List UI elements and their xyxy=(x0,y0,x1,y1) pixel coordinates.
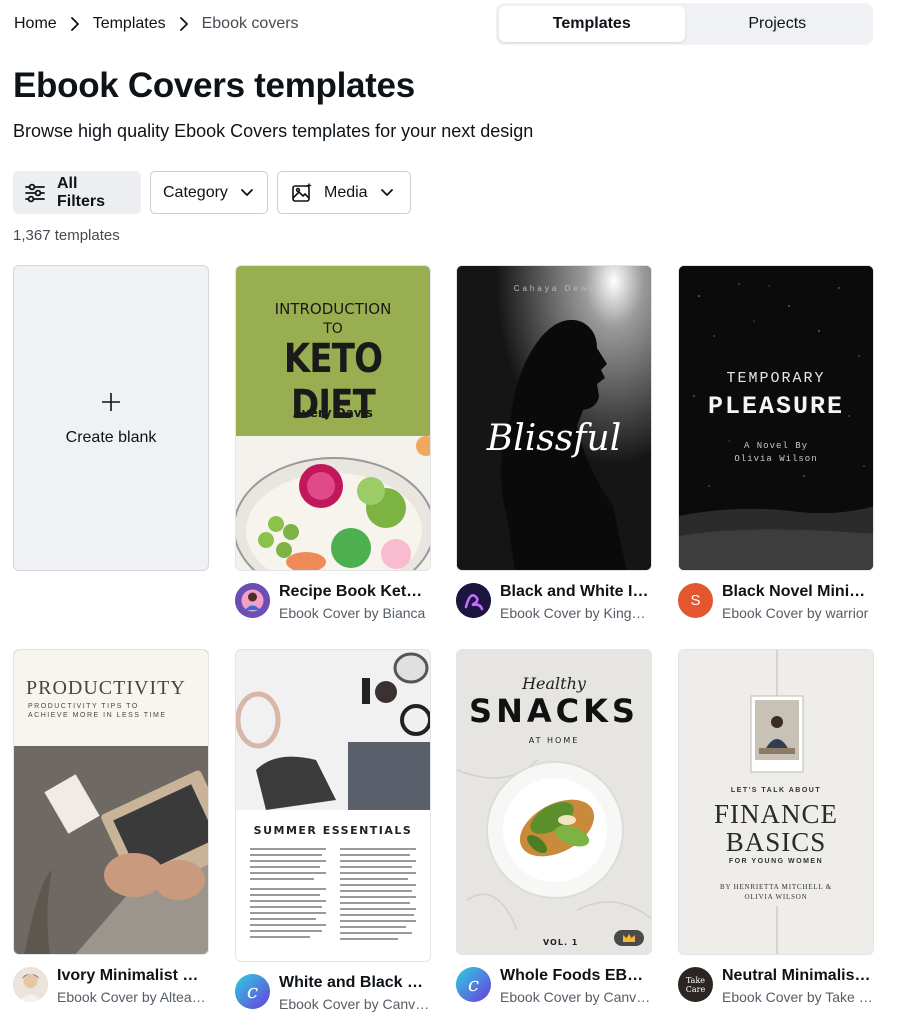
template-creator[interactable]: Ebook Cover by Canva Creative Studio xyxy=(279,996,431,1012)
chevron-down-icon xyxy=(380,188,394,198)
template-thumbnail[interactable]: Healthy SNACKS AT HOME VOL. 1 xyxy=(456,649,652,955)
template-title[interactable]: Black Novel Minimalist Ebook Cover xyxy=(722,583,874,601)
image-sparkle-icon xyxy=(290,181,314,205)
creator-avatar[interactable] xyxy=(235,583,270,618)
svg-text:c: c xyxy=(247,979,258,1003)
media-dropdown[interactable]: Media xyxy=(277,171,411,214)
cover-text: PRODUCTIVITY TIPS TO ACHIEVE MORE IN LES… xyxy=(28,703,167,719)
cover-text: TO xyxy=(323,321,343,337)
template-count: 1,367 templates xyxy=(13,227,120,244)
template-thumbnail[interactable]: PRODUCTIVITY PRODUCTIVITY TIPS TO ACHIEV… xyxy=(13,649,209,955)
filter-bar: All Filters Category Media xyxy=(13,171,411,214)
template-thumbnail[interactable]: TEMPORARY PLEASURE A Novel By Olivia Wil… xyxy=(678,265,874,571)
create-blank-card[interactable]: Create blank xyxy=(13,265,209,571)
cover-text: Avery Davis xyxy=(293,406,373,420)
cover-text: AT HOME xyxy=(528,736,580,745)
sliders-icon xyxy=(23,181,47,205)
avatar-logo-text: Take Care xyxy=(685,975,706,994)
page-subtitle: Browse high quality Ebook Covers templat… xyxy=(13,121,534,141)
template-card: TEMPORARY PLEASURE A Novel By Olivia Wil… xyxy=(678,265,874,621)
template-creator[interactable]: Ebook Cover by KingKreative xyxy=(500,605,652,621)
all-filters-button[interactable]: All Filters xyxy=(13,171,141,214)
creator-avatar[interactable]: Take Care xyxy=(678,967,713,1002)
cover-text: TEMPORARY xyxy=(726,370,826,387)
create-blank-label: Create blank xyxy=(65,429,157,446)
template-meta: Ivory Minimalist Clean Productivity Eboo… xyxy=(13,967,209,1005)
template-meta: c Whole Foods EBook Ebook Cover by Canva… xyxy=(456,967,652,1005)
creator-avatar[interactable]: S xyxy=(678,583,713,618)
cover-text: A Novel By xyxy=(743,441,808,451)
template-card: Healthy SNACKS AT HOME VOL. 1 c Whole Fo… xyxy=(456,649,652,1005)
creator-avatar[interactable]: c xyxy=(235,974,270,1009)
body-text-lines xyxy=(250,848,416,940)
page-title: Ebook Covers templates xyxy=(13,66,415,105)
template-creator[interactable]: Ebook Cover by Altea Studio xyxy=(57,989,209,1005)
template-card: PRODUCTIVITY PRODUCTIVITY TIPS TO ACHIEV… xyxy=(13,649,209,1005)
chevron-down-icon xyxy=(240,188,254,198)
tab-projects[interactable]: Projects xyxy=(685,6,871,42)
cover-text: VOL. 1 xyxy=(543,938,579,947)
template-thumbnail[interactable]: LET'S TALK ABOUT FINANCE BASICS FOR YOUN… xyxy=(678,649,874,955)
cover-text: FINANCE BASICS xyxy=(713,799,838,857)
template-card: SUMMER ESSENTIALS c White and Black Summ… xyxy=(235,649,431,1012)
cover-header: INTRODUCTION TO KETO DIET Avery Davis xyxy=(236,266,430,436)
cover-text: FOR YOUNG WOMEN xyxy=(728,858,824,865)
template-creator[interactable]: Ebook Cover by warrior xyxy=(722,605,874,621)
crown-icon xyxy=(614,930,644,946)
cover-text: Healthy xyxy=(522,674,586,693)
cover-text: INTRODUCTION xyxy=(274,300,392,318)
template-meta: Recipe Book Keto Ebook Cover Ebook Cover… xyxy=(235,583,431,621)
breadcrumb: Home Templates Ebook covers xyxy=(14,14,299,34)
breadcrumb-ebook-covers: Ebook covers xyxy=(201,15,299,32)
template-card: LET'S TALK ABOUT FINANCE BASICS FOR YOUN… xyxy=(678,649,874,1005)
salad-bowl-image xyxy=(236,436,430,570)
breadcrumb-templates[interactable]: Templates xyxy=(93,15,166,33)
template-meta: Take Care Neutral Minimalist Finance Ebo… xyxy=(678,967,874,1005)
cover-text: Blissful xyxy=(486,418,622,459)
template-thumbnail[interactable]: INTRODUCTION TO KETO DIET Avery Davis xyxy=(235,265,431,571)
template-title[interactable]: Neutral Minimalist Finance Ebook Cover xyxy=(722,967,874,985)
category-dropdown[interactable]: Category xyxy=(150,171,268,214)
template-title[interactable]: White and Black Summer Essentials Ebook … xyxy=(279,974,431,992)
template-meta: S Black Novel Minimalist Ebook Cover Ebo… xyxy=(678,583,874,621)
cover-text: LET'S TALK ABOUT xyxy=(730,787,822,794)
template-creator[interactable]: Ebook Cover by Take Care Creative xyxy=(722,989,874,1005)
plus-icon xyxy=(100,389,122,419)
chevron-right-icon xyxy=(63,14,87,34)
media-label: Media xyxy=(324,183,368,201)
creator-avatar[interactable] xyxy=(456,583,491,618)
template-thumbnail[interactable]: SUMMER ESSENTIALS xyxy=(235,649,431,962)
category-label: Category xyxy=(163,183,228,201)
cover-text: PLEASURE xyxy=(707,392,845,421)
template-title[interactable]: Ivory Minimalist Clean Productivity Eboo… xyxy=(57,967,209,985)
avatar-letter: S xyxy=(690,592,701,609)
template-meta: c White and Black Summer Essentials Eboo… xyxy=(235,974,431,1012)
template-card: Cahaya Dewi Blissful Black and White Ill… xyxy=(456,265,652,621)
chevron-right-icon xyxy=(172,14,196,34)
breadcrumb-home[interactable]: Home xyxy=(14,15,57,33)
template-meta: Black and White Illustration Ebook Cover… xyxy=(456,583,652,621)
cover-text: BY HENRIETTA MITCHELL & OLIVIA WILSON xyxy=(719,883,832,901)
tab-templates[interactable]: Templates xyxy=(499,6,685,42)
summer-items-image xyxy=(236,650,430,810)
cover-text: A Novel By Olivia Wilson xyxy=(679,440,873,466)
cover-text: Olivia Wilson xyxy=(734,454,818,464)
template-thumbnail[interactable]: Cahaya Dewi Blissful xyxy=(456,265,652,571)
template-card: INTRODUCTION TO KETO DIET Avery Davis Re… xyxy=(235,265,431,621)
cover-text: SUMMER ESSENTIALS xyxy=(253,824,413,837)
all-filters-label: All Filters xyxy=(57,174,106,210)
templates-projects-toggle: Templates Projects xyxy=(496,3,873,45)
template-title[interactable]: Recipe Book Keto Ebook Cover xyxy=(279,583,431,601)
cover-text: SNACKS xyxy=(469,692,639,730)
creator-avatar[interactable] xyxy=(13,967,48,1002)
cover-text: Cahaya Dewi xyxy=(513,284,595,293)
creator-avatar[interactable]: c xyxy=(456,967,491,1002)
cover-text: PRODUCTIVITY xyxy=(26,677,186,699)
template-creator[interactable]: Ebook Cover by Bianca xyxy=(279,605,431,621)
template-creator[interactable]: Ebook Cover by Canva Creative Studio xyxy=(500,989,652,1005)
svg-text:c: c xyxy=(468,972,479,996)
template-title[interactable]: Whole Foods EBook xyxy=(500,967,652,985)
template-title[interactable]: Black and White Illustration Ebook Cover xyxy=(500,583,652,601)
